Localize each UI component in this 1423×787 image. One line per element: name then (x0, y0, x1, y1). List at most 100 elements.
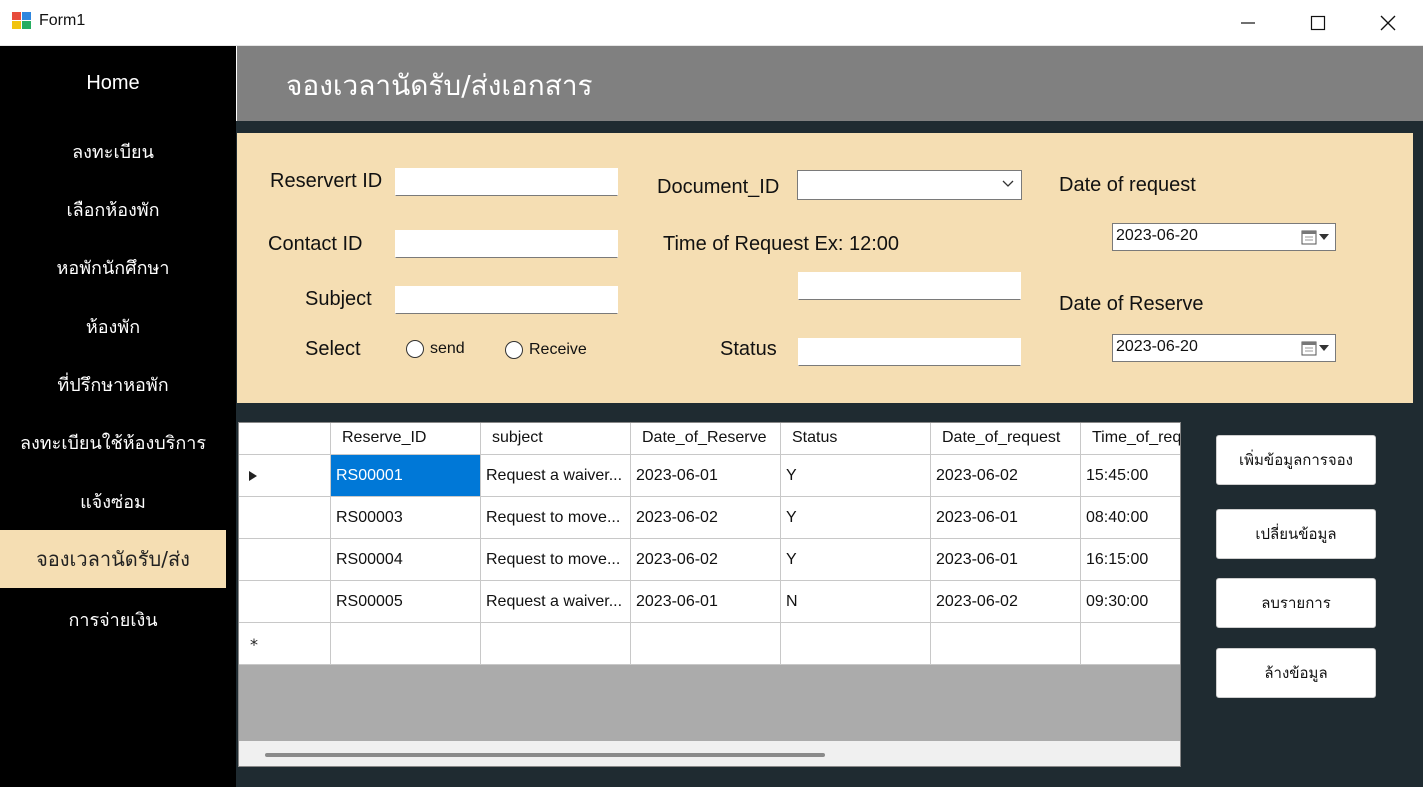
status-input[interactable] (798, 338, 1021, 366)
contact-id-label: Contact ID (268, 233, 363, 255)
page-title: จองเวลานัดรับ/ส่งเอกสาร (286, 69, 593, 102)
table-cell[interactable]: 2023-06-01 (931, 539, 1081, 581)
horizontal-scrollbar[interactable] (239, 741, 1180, 766)
subject-input[interactable] (395, 286, 618, 314)
document-id-select[interactable] (797, 170, 1022, 200)
table-cell[interactable]: RS00003 (331, 497, 481, 539)
column-header[interactable]: Date_of_Reserve (631, 423, 781, 455)
sidebar-item-dormitory[interactable]: หอพักนักศึกษา (0, 246, 226, 288)
table-cell[interactable]: 08:40:00 (1081, 497, 1180, 539)
scrollbar-thumb[interactable] (265, 753, 825, 757)
sidebar-item-label: หอพักนักศึกษา (56, 257, 170, 279)
column-header[interactable]: Status (781, 423, 931, 455)
status-label: Status (720, 338, 777, 360)
calendar-icon (1301, 229, 1329, 245)
row-header[interactable] (239, 539, 331, 581)
date-of-reserve-picker[interactable]: 2023-06-20 (1112, 334, 1336, 362)
sidebar-item-label: เลือกห้องพัก (66, 199, 160, 221)
table-cell[interactable]: 15:45:00 (1081, 455, 1180, 497)
table-cell[interactable]: 2023-06-02 (631, 497, 781, 539)
sidebar-item-register[interactable]: ลงทะเบียน (0, 130, 226, 172)
maximize-button[interactable] (1283, 0, 1353, 46)
new-row[interactable]: * (239, 623, 1180, 665)
page-header: จองเวลานัดรับ/ส่งเอกสาร (237, 46, 1423, 121)
sidebar-item-label: แจ้งซ่อม (80, 491, 146, 513)
delete-button[interactable]: ลบรายการ (1216, 578, 1376, 628)
time-of-request-label: Time of Request Ex: 12:00 (663, 233, 900, 255)
row-header[interactable] (239, 455, 331, 497)
table-cell[interactable]: 2023-06-01 (631, 581, 781, 623)
table-cell[interactable]: 16:15:00 (1081, 539, 1180, 581)
minimize-button[interactable] (1213, 0, 1283, 46)
table-cell[interactable]: 2023-06-02 (931, 581, 1081, 623)
table-row[interactable]: RS00005 Request a waiver... 2023-06-01 N… (239, 581, 1180, 623)
table-cell[interactable] (481, 623, 631, 665)
table-cell[interactable]: Y (781, 497, 931, 539)
sidebar-item-room[interactable]: ห้องพัก (0, 305, 226, 347)
date-of-reserve-label: Date of Reserve (1059, 293, 1204, 315)
table-cell[interactable]: RS00001 (331, 455, 481, 497)
sidebar-item-advisor[interactable]: ที่ปรึกษาหอพัก (0, 363, 226, 405)
close-button[interactable] (1353, 0, 1423, 46)
row-header[interactable] (239, 497, 331, 539)
row-header[interactable]: * (239, 623, 331, 665)
document-id-label: Document_ID (657, 176, 780, 198)
add-reservation-button[interactable]: เพิ่มข้อมูลการจอง (1216, 435, 1376, 485)
table-cell[interactable]: 2023-06-01 (931, 497, 1081, 539)
sidebar-item-label: จองเวลานัดรับ/ส่ง (36, 547, 190, 571)
radio-receive[interactable]: Receive (505, 341, 587, 359)
grid-corner (239, 423, 331, 455)
select-label: Select (305, 338, 361, 360)
table-row[interactable]: RS00001 Request a waiver... 2023-06-01 Y… (239, 455, 1180, 497)
sidebar-item-payment[interactable]: การจ่ายเงิน (0, 598, 226, 640)
column-header[interactable]: subject (481, 423, 631, 455)
sidebar-item-appointment[interactable]: จองเวลานัดรับ/ส่ง (0, 530, 226, 588)
sidebar-item-label: การจ่ายเงิน (68, 609, 158, 631)
sidebar-item-label: ลงทะเบียนใช้ห้องบริการ (19, 432, 207, 454)
table-cell[interactable]: 09:30:00 (1081, 581, 1180, 623)
column-header[interactable]: Time_of_req (1081, 423, 1180, 455)
reservert-id-label: Reservert ID (270, 170, 383, 192)
table-cell[interactable] (631, 623, 781, 665)
radio-receive-label: Receive (529, 341, 587, 358)
table-cell[interactable]: RS00005 (331, 581, 481, 623)
column-header[interactable]: Reserve_ID (331, 423, 481, 455)
sidebar-item-label: Home (86, 71, 140, 94)
time-input[interactable] (798, 272, 1021, 300)
table-cell[interactable]: Request to move... (481, 497, 631, 539)
table-cell[interactable] (781, 623, 931, 665)
reservation-grid[interactable]: Reserve_ID subject Date_of_Reserve Statu… (238, 422, 1181, 767)
table-cell[interactable]: Y (781, 455, 931, 497)
table-cell[interactable]: N (781, 581, 931, 623)
column-header[interactable]: Date_of_request (931, 423, 1081, 455)
table-cell[interactable]: Request to move... (481, 539, 631, 581)
calendar-icon (1301, 340, 1329, 356)
table-cell[interactable] (931, 623, 1081, 665)
table-cell[interactable] (1081, 623, 1180, 665)
window-title: Form1 (39, 12, 86, 29)
new-row-marker: * (250, 635, 258, 654)
table-cell[interactable]: Request a waiver... (481, 581, 631, 623)
table-row[interactable]: RS00003 Request to move... 2023-06-02 Y … (239, 497, 1180, 539)
table-cell[interactable]: 2023-06-02 (631, 539, 781, 581)
table-cell[interactable]: 2023-06-02 (931, 455, 1081, 497)
chevron-down-icon (1002, 180, 1014, 187)
table-row[interactable]: RS00004 Request to move... 2023-06-02 Y … (239, 539, 1180, 581)
date-of-request-picker[interactable]: 2023-06-20 (1112, 223, 1336, 251)
table-cell[interactable] (331, 623, 481, 665)
table-cell[interactable]: 2023-06-01 (631, 455, 781, 497)
reservert-id-input[interactable] (395, 168, 618, 196)
contact-id-input[interactable] (395, 230, 618, 258)
radio-send[interactable]: send (406, 340, 465, 358)
app-icon (12, 12, 32, 30)
table-cell[interactable]: Request a waiver... (481, 455, 631, 497)
table-cell[interactable]: Y (781, 539, 931, 581)
sidebar-item-service-room[interactable]: ลงทะเบียนใช้ห้องบริการ (0, 421, 226, 463)
table-cell[interactable]: RS00004 (331, 539, 481, 581)
clear-button[interactable]: ล้างข้อมูล (1216, 648, 1376, 698)
row-header[interactable] (239, 581, 331, 623)
sidebar-item-select-room[interactable]: เลือกห้องพัก (0, 188, 226, 230)
sidebar-item-home[interactable]: Home (0, 62, 226, 104)
edit-button[interactable]: เปลี่ยนข้อมูล (1216, 509, 1376, 559)
sidebar-item-repair[interactable]: แจ้งซ่อม (0, 480, 226, 522)
